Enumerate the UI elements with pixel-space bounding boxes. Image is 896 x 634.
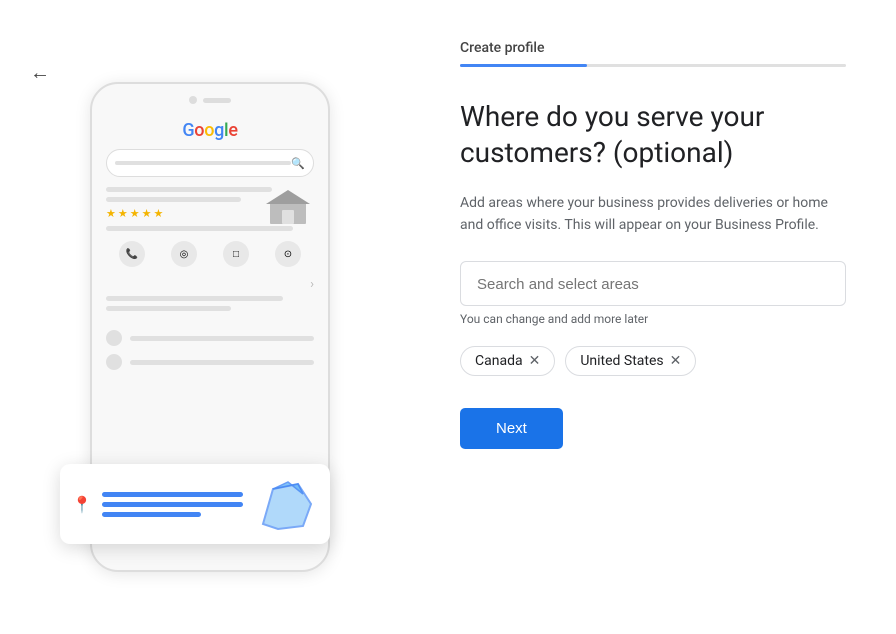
phone-search-bar: 🔍 [106,149,314,177]
phone-content-line [106,296,283,301]
back-button[interactable]: ← [30,60,50,85]
phone-top-bar [189,96,231,104]
right-panel: Create profile Where do you serve your c… [420,0,896,634]
left-panel: ← Google 🔍 ★★★★★ [0,0,420,634]
phone-bottom-icon [106,330,122,346]
card-line-2 [102,502,243,507]
card-map [253,474,318,534]
canada-tag-label: Canada [475,353,523,369]
united-states-tag: United States ✕ [565,346,696,376]
phone-bottom-row [106,354,314,370]
tags-row: Canada ✕ United States ✕ [460,346,846,376]
united-states-tag-close[interactable]: ✕ [670,354,682,368]
hint-text: You can change and add more later [460,312,846,326]
store-icon [266,184,310,228]
card-content-lines [102,492,243,517]
card-line-3 [102,512,201,517]
progress-container: Create profile [460,40,846,67]
phone-camera [189,96,197,104]
search-input[interactable] [477,276,829,293]
phone-bottom [92,330,328,370]
card-line-1 [102,492,243,497]
phone-speaker [203,98,231,103]
phone-chevron: › [106,277,314,292]
canada-tag: Canada ✕ [460,346,555,376]
google-logo: Google [106,120,314,141]
description-text: Add areas where your business provides d… [460,192,840,237]
progress-label: Create profile [460,40,846,56]
action-directions: ◎ [171,241,197,267]
progress-bar-fill [460,64,587,67]
action-call: 📞 [119,241,145,267]
floating-card: 📍 [60,464,330,544]
united-states-tag-label: United States [580,353,663,369]
search-field-wrapper[interactable] [460,261,846,306]
page-title: Where do you serve your customers? (opti… [460,99,846,172]
phone-content-line [106,187,272,192]
phone-search-icon: 🔍 [291,157,305,170]
action-more: ⊙ [275,241,301,267]
card-pin-icon: 📍 [72,495,92,514]
action-save: □ [223,241,249,267]
phone-bottom-icon [106,354,122,370]
canada-tag-close[interactable]: ✕ [529,354,541,368]
phone-content-line [106,197,241,202]
phone-actions: 📞 ◎ □ ⊙ [106,241,314,267]
phone-content-line [106,306,231,311]
progress-bar-track [460,64,846,67]
next-button[interactable]: Next [460,408,563,449]
phone-bottom-row [106,330,314,346]
